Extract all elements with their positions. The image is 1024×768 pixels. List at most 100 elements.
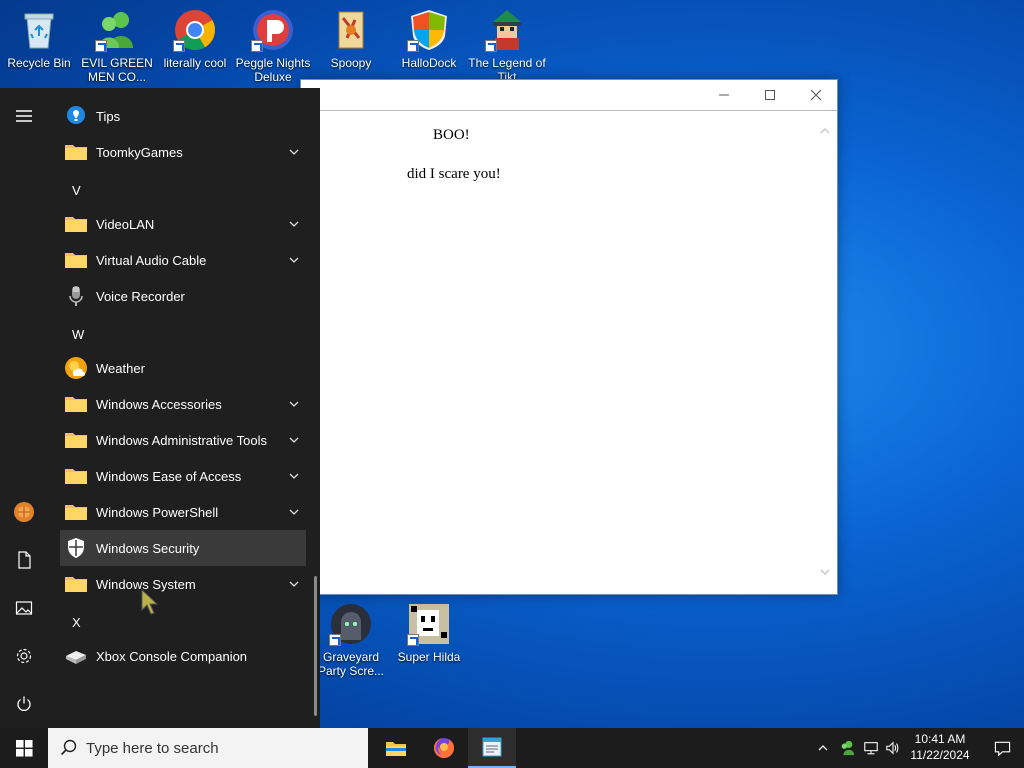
app-item-weather[interactable]: Weather (60, 350, 306, 386)
scroll-down-icon[interactable] (819, 566, 831, 578)
start-menu: Tips ToomkyGames V VideoLAN Virtual Audi… (0, 88, 320, 728)
desktop-icon-legend[interactable]: The Legend of Tikt (468, 8, 546, 84)
settings-button[interactable] (0, 634, 48, 678)
shortcut-arrow-icon (251, 40, 263, 52)
folder-icon (64, 140, 88, 164)
folder-icon (64, 248, 88, 272)
graveyard-icon (329, 602, 373, 646)
start-button[interactable] (0, 728, 48, 768)
app-item-label: Voice Recorder (96, 288, 185, 304)
chevron-up-icon (818, 745, 828, 751)
folder-item-windows-powershell[interactable]: Windows PowerShell (60, 494, 306, 530)
folder-item-windows-ease-of-access[interactable]: Windows Ease of Access (60, 458, 306, 494)
taskbar-notepad[interactable] (468, 728, 516, 768)
chrome-icon (173, 8, 217, 52)
chevron-down-icon (289, 509, 299, 515)
taskbar-clock[interactable]: 10:41 AM 11/22/2024 (902, 731, 978, 763)
desktop-icon-label: Graveyard Party Scre... (317, 650, 385, 678)
volume-button[interactable] (882, 728, 904, 768)
letter-header-v[interactable]: V (72, 183, 81, 198)
folder-icon (64, 212, 88, 236)
chevron-down-icon (289, 473, 299, 479)
desktop-icon-label: Super Hilda (397, 650, 461, 664)
spoopy-icon (329, 8, 373, 52)
scroll-up-icon[interactable] (819, 125, 831, 137)
xbox-console-icon (64, 644, 88, 668)
app-item-label: Windows Security (96, 540, 200, 556)
shortcut-arrow-icon (95, 40, 107, 52)
notepad-window[interactable]: BOO! did I scare you! (300, 79, 838, 595)
start-menu-rail (0, 88, 48, 728)
chevron-down-icon (289, 149, 299, 155)
folder-item-label: Windows PowerShell (96, 504, 219, 520)
desktop-icon-label: Spoopy (330, 56, 372, 70)
folder-item-toomkygames[interactable]: ToomkyGames (60, 134, 306, 170)
folder-item-virtual-audio-cable[interactable]: Virtual Audio Cable (60, 242, 306, 278)
close-button[interactable] (793, 80, 839, 110)
legend-game-icon (485, 8, 529, 52)
search-icon (60, 739, 77, 756)
letter-header-x[interactable]: X (72, 615, 81, 630)
chevron-down-icon (289, 257, 299, 263)
desktop-icon-spoopy[interactable]: Spoopy (312, 8, 390, 70)
folder-item-windows-accessories[interactable]: Windows Accessories (60, 386, 306, 422)
app-item-voice-recorder[interactable]: Voice Recorder (60, 278, 306, 314)
user-account-button[interactable] (0, 490, 48, 534)
taskbar-file-explorer[interactable] (372, 728, 420, 768)
document-area[interactable]: BOO! did I scare you! (301, 111, 837, 594)
notepad-icon (482, 737, 502, 757)
minimize-button[interactable] (701, 80, 747, 110)
document-text-line: did I scare you! (407, 166, 501, 182)
shortcut-arrow-icon (407, 40, 419, 52)
chevron-down-icon (289, 581, 299, 587)
user-avatar-icon (14, 502, 34, 522)
network-icon (864, 742, 878, 755)
gear-icon (16, 648, 32, 664)
window-title-bar[interactable] (301, 80, 837, 111)
app-item-tips[interactable]: Tips (60, 98, 306, 134)
folder-item-windows-system[interactable]: Windows System (60, 566, 306, 602)
app-item-label: Weather (96, 360, 145, 376)
action-center-button[interactable] (980, 728, 1024, 768)
folder-item-windows-administrative-tools[interactable]: Windows Administrative Tools (60, 422, 306, 458)
folder-item-label: VideoLAN (96, 216, 155, 232)
app-item-xbox-console-companion[interactable]: Xbox Console Companion (60, 638, 306, 674)
desktop-icon-peggle-nights[interactable]: Peggle Nights Deluxe (234, 8, 312, 84)
folder-item-videolan[interactable]: VideoLAN (60, 206, 306, 242)
maximize-icon (765, 90, 775, 100)
windows-shield-icon (407, 8, 451, 52)
desktop-icon-evil-green-men[interactable]: EVIL GREEN MEN CO... (78, 8, 156, 84)
pictures-button[interactable] (0, 586, 48, 630)
desktop-icon-chrome[interactable]: literally cool (156, 8, 234, 70)
peggle-icon (251, 8, 295, 52)
hamburger-icon (16, 110, 32, 122)
desktop-icon-graveyard-party[interactable]: Graveyard Party Scre... (312, 602, 390, 678)
expand-menu-button[interactable] (0, 94, 48, 138)
power-button[interactable] (0, 682, 48, 726)
tray-overflow-button[interactable] (812, 728, 834, 768)
documents-button[interactable] (0, 538, 48, 582)
app-list-scrollbar[interactable] (314, 576, 317, 716)
folder-item-label: ToomkyGames (96, 144, 183, 160)
letter-header-w[interactable]: W (72, 327, 84, 342)
taskbar-firefox[interactable] (420, 728, 468, 768)
app-item-windows-security[interactable]: Windows Security (60, 530, 306, 566)
tray-app-button[interactable] (836, 728, 858, 768)
desktop-icon-recycle-bin[interactable]: Recycle Bin (0, 8, 78, 70)
search-input[interactable] (86, 739, 336, 757)
chevron-down-icon (289, 437, 299, 443)
speaker-icon (886, 741, 899, 755)
clock-date: 11/22/2024 (910, 748, 970, 762)
folder-item-label: Windows Administrative Tools (96, 432, 267, 448)
chevron-down-icon (289, 221, 299, 227)
windows-logo-icon (15, 739, 33, 757)
app-item-label: Xbox Console Companion (96, 648, 248, 664)
desktop-icon-super-hilda[interactable]: Super Hilda (390, 602, 468, 664)
weather-icon (64, 356, 88, 380)
taskbar-search-box[interactable] (48, 728, 368, 768)
desktop-icon-hallodock[interactable]: HalloDock (390, 8, 468, 70)
desktop-icon-label: literally cool (163, 56, 227, 70)
network-button[interactable] (860, 728, 882, 768)
folder-item-label: Windows Accessories (96, 396, 222, 412)
maximize-button[interactable] (747, 80, 793, 110)
